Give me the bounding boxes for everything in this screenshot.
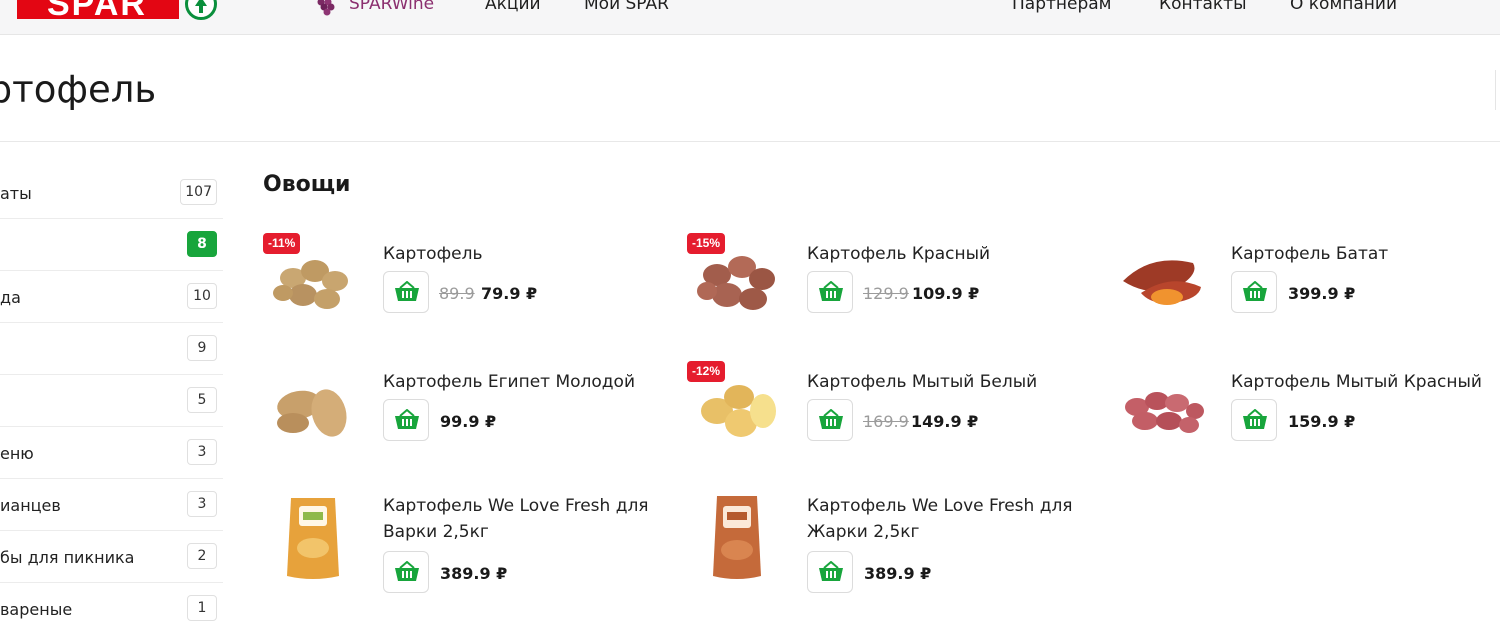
product-card[interactable]: Картофель We Love Fresh для Варки 2,5кг …	[263, 488, 683, 618]
discount-badge: -11%	[263, 233, 301, 254]
current-price: 99.9 ₽	[440, 412, 497, 431]
nav-promotions-link[interactable]: Акции	[485, 0, 541, 14]
product-card[interactable]: -15% Картофель Красный 129.9 109.9 ₽	[687, 233, 1107, 343]
product-name[interactable]: Картофель We Love Fresh для Жарки 2,5кг	[807, 493, 1097, 545]
page-title: артофель	[0, 68, 157, 111]
title-divider	[0, 141, 1500, 142]
nav-partners-link[interactable]: Партнерам	[1012, 0, 1112, 14]
product-image[interactable]	[687, 488, 787, 588]
add-to-cart-button[interactable]	[383, 399, 429, 441]
basket-icon	[819, 409, 843, 429]
sidebar-item-count: 107	[180, 179, 217, 205]
discount-badge: -15%	[687, 233, 726, 254]
old-price: 169.9	[863, 412, 909, 431]
add-to-cart-button[interactable]	[383, 551, 429, 593]
sidebar-item-count: 8	[187, 231, 217, 257]
nav-my-spar-link[interactable]: Мой SPAR	[584, 0, 669, 14]
basket-icon	[395, 561, 419, 581]
category-sidebar: аты 107 8 да 10 9 5 еню 3 ианцев 3 бы дл…	[0, 167, 223, 623]
product-name[interactable]: Картофель We Love Fresh для Варки 2,5кг	[383, 493, 673, 545]
sidebar-item-count: 3	[187, 491, 217, 517]
basket-icon	[819, 561, 843, 581]
product-name[interactable]: Картофель Египет Молодой	[383, 369, 673, 395]
add-to-cart-button[interactable]	[1231, 399, 1277, 441]
top-navigation-bar: SPAR SPARWine Акции Мой SPAR Партнерам К…	[0, 0, 1500, 35]
product-name[interactable]: Картофель	[383, 241, 673, 267]
current-price: 149.9 ₽	[911, 412, 979, 431]
sidebar-item-active[interactable]: 8	[0, 219, 223, 271]
spar-logo[interactable]: SPAR	[17, 0, 179, 19]
add-to-cart-button[interactable]	[807, 271, 853, 313]
product-image[interactable]	[263, 361, 363, 461]
product-card[interactable]: -11% Картофель 89.9 79.9 ₽	[263, 233, 683, 343]
sidebar-item[interactable]: 5	[0, 375, 223, 427]
product-name[interactable]: Картофель Мытый Белый	[807, 369, 1097, 395]
sidebar-item-count: 5	[187, 387, 217, 413]
product-name[interactable]: Картофель Красный	[807, 241, 1097, 267]
sidebar-item[interactable]: аты 107	[0, 167, 223, 219]
sidebar-item-count: 10	[187, 283, 217, 309]
basket-icon	[395, 281, 419, 301]
basket-icon	[1243, 409, 1267, 429]
old-price: 129.9	[863, 284, 909, 303]
product-card[interactable]: Картофель Батат 399.9 ₽	[1111, 233, 1500, 343]
product-card[interactable]: Картофель Египет Молодой 99.9 ₽	[263, 361, 683, 471]
nav-about-link[interactable]: О компании	[1290, 0, 1397, 14]
product-card[interactable]: Картофель Мытый Красный 159.9 ₽	[1111, 361, 1500, 471]
basket-icon	[395, 409, 419, 429]
sidebar-item-label: аты	[0, 184, 32, 203]
add-to-cart-button[interactable]	[383, 271, 429, 313]
sidebar-item-count: 9	[187, 335, 217, 361]
current-price: 109.9 ₽	[912, 284, 980, 303]
grape-icon	[317, 0, 335, 16]
current-price: 79.9 ₽	[481, 284, 538, 303]
sidebar-item[interactable]: 9	[0, 323, 223, 375]
product-image[interactable]	[1111, 361, 1211, 461]
current-price: 389.9 ₽	[440, 564, 508, 583]
product-card[interactable]: -12% Картофель Мытый Белый 169.9 149.9 ₽	[687, 361, 1107, 471]
sidebar-item-count: 1	[187, 595, 217, 621]
basket-icon	[1243, 281, 1267, 301]
current-price: 399.9 ₽	[1288, 284, 1356, 303]
sidebar-item-label: вареные	[0, 600, 73, 619]
add-to-cart-button[interactable]	[807, 399, 853, 441]
scroll-edge-divider	[1495, 70, 1500, 110]
sidebar-item[interactable]: да 10	[0, 271, 223, 323]
sidebar-item[interactable]: бы для пикника 2	[0, 531, 223, 583]
old-price: 89.9	[439, 284, 475, 303]
sidebar-item-count: 2	[187, 543, 217, 569]
nav-contacts-link[interactable]: Контакты	[1159, 0, 1247, 14]
sidebar-item[interactable]: ианцев 3	[0, 479, 223, 531]
product-name[interactable]: Картофель Мытый Красный	[1231, 369, 1500, 395]
spar-tree-logo-icon	[185, 0, 217, 20]
basket-icon	[819, 281, 843, 301]
add-to-cart-button[interactable]	[807, 551, 853, 593]
sidebar-item[interactable]: вареные 1	[0, 583, 223, 623]
add-to-cart-button[interactable]	[1231, 271, 1277, 313]
sidebar-item-count: 3	[187, 439, 217, 465]
product-image[interactable]	[1111, 233, 1211, 333]
product-image[interactable]	[263, 488, 363, 588]
product-name[interactable]: Картофель Батат	[1231, 241, 1500, 267]
product-card[interactable]: Картофель We Love Fresh для Жарки 2,5кг …	[687, 488, 1107, 618]
sidebar-item-label: бы для пикника	[0, 548, 135, 567]
section-title: Овощи	[263, 172, 351, 197]
sidebar-item-label: да	[0, 288, 21, 307]
discount-badge: -12%	[687, 361, 726, 382]
sidebar-item-label: ианцев	[0, 496, 61, 515]
current-price: 159.9 ₽	[1288, 412, 1356, 431]
nav-sparwine-link[interactable]: SPARWine	[349, 0, 434, 14]
current-price: 389.9 ₽	[864, 564, 932, 583]
sidebar-item-label: еню	[0, 444, 34, 463]
sidebar-item[interactable]: еню 3	[0, 427, 223, 479]
